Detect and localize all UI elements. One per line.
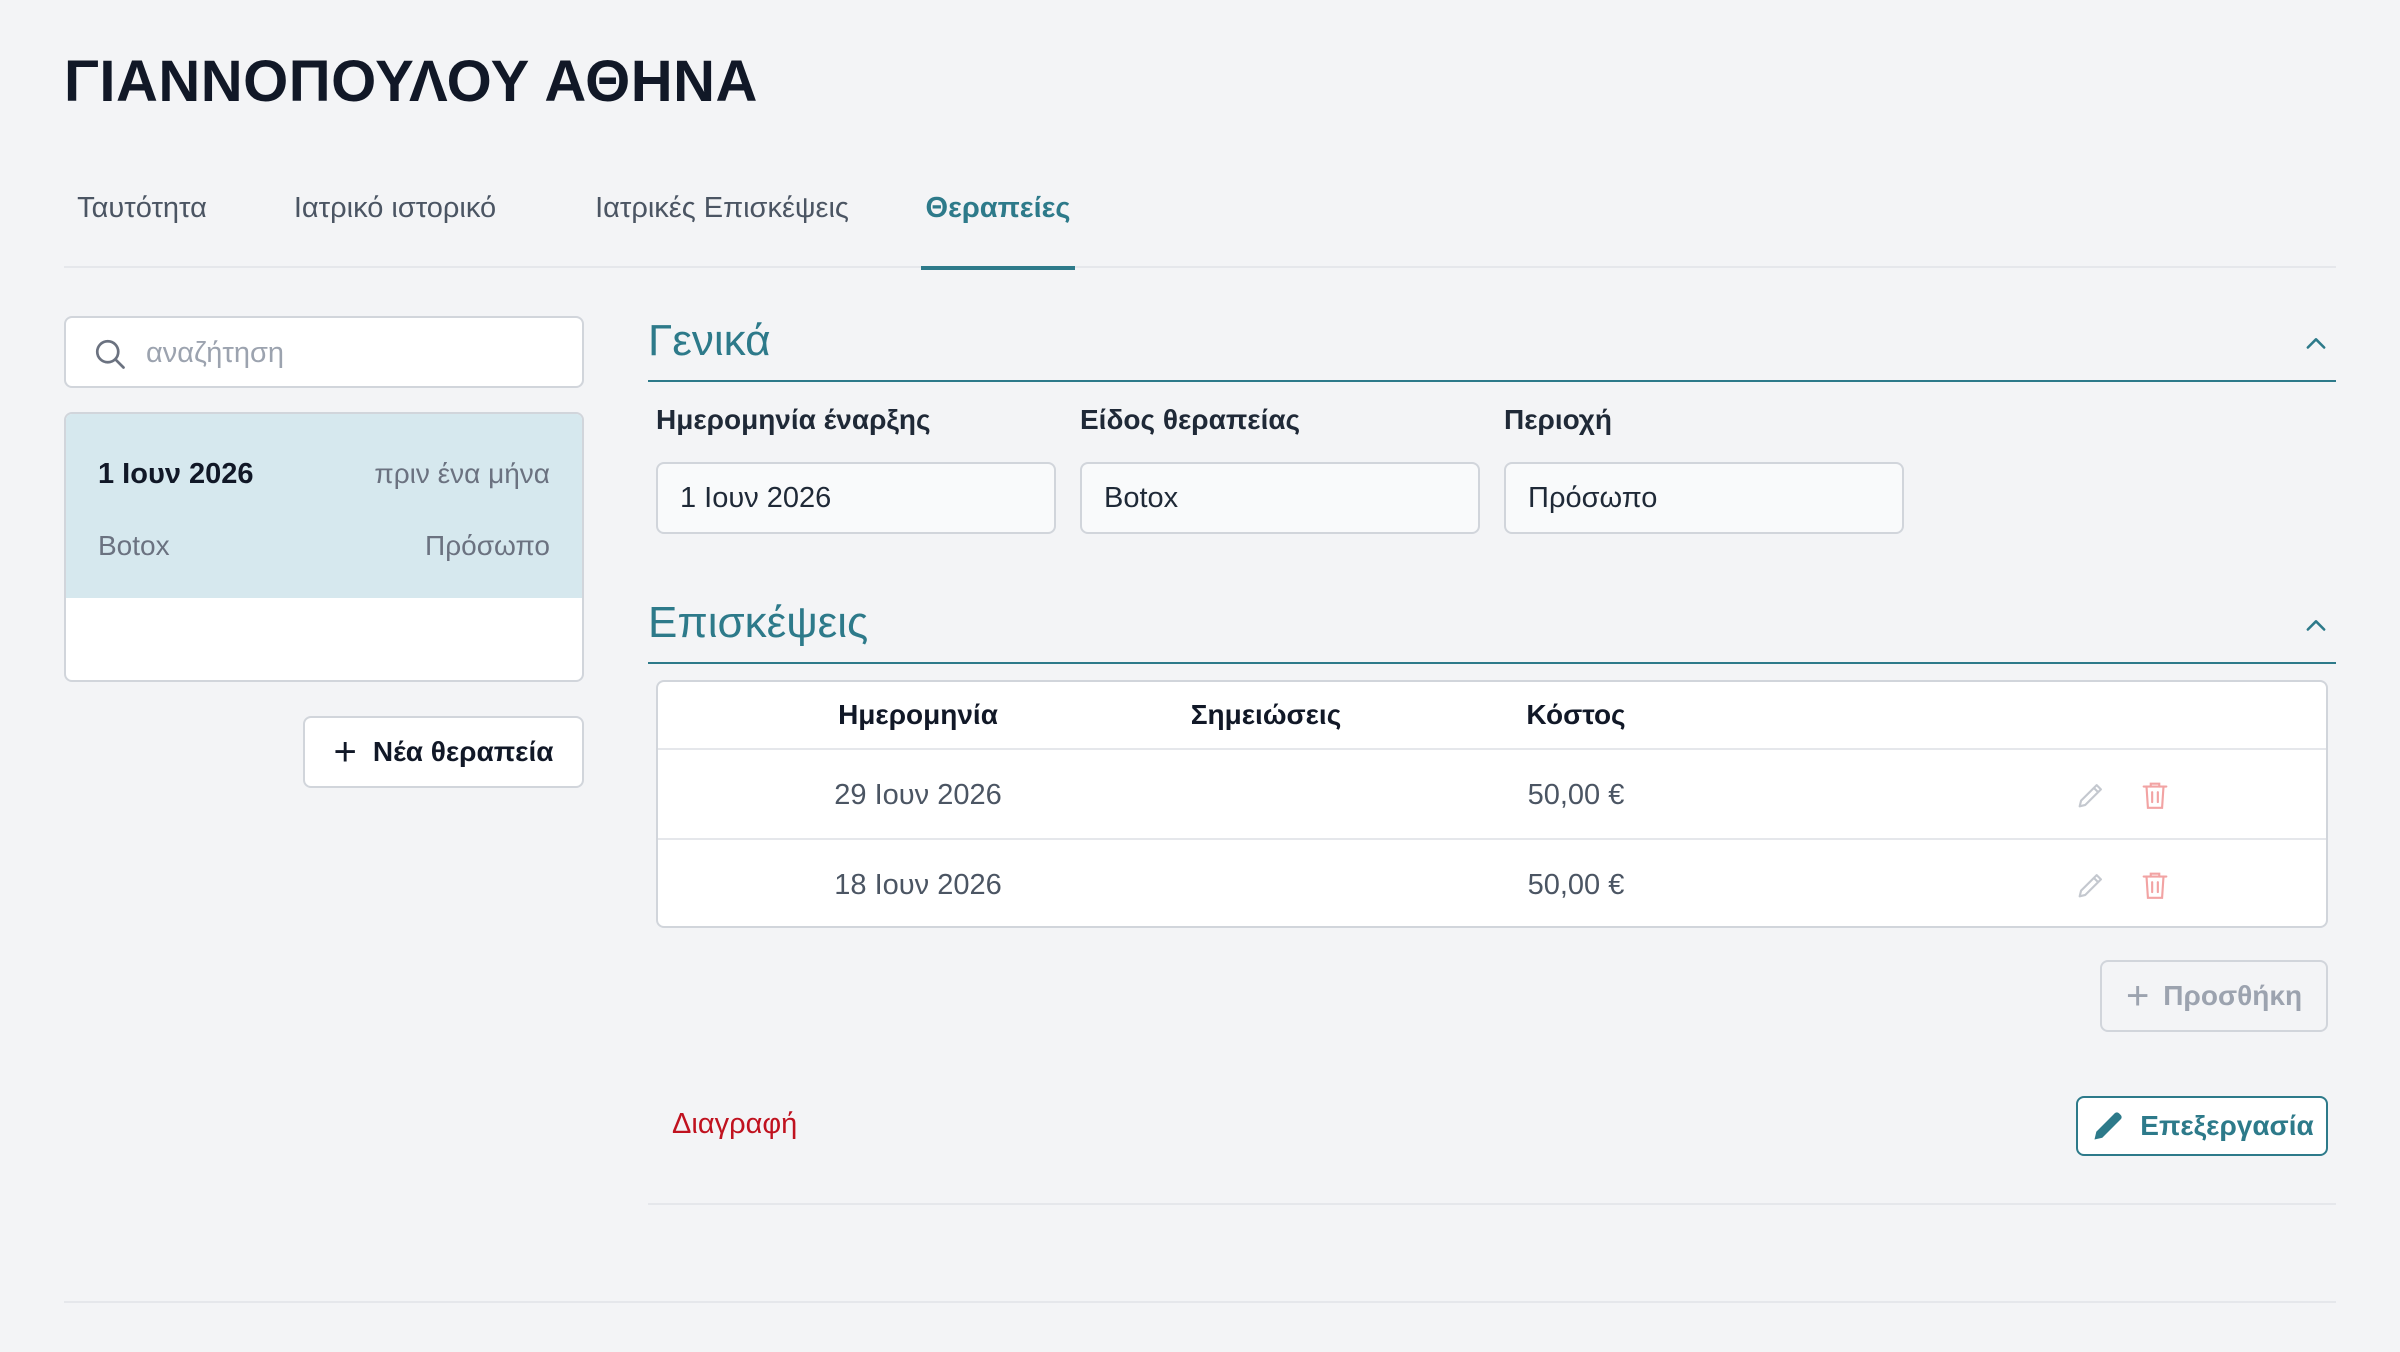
pencil-icon[interactable] [2074,868,2108,902]
chevron-up-icon[interactable] [2302,612,2330,640]
plus-icon: + [2125,974,2150,1018]
column-header-date: Ημερομηνία [838,699,998,730]
add-visit-label: Προσθήκη [2163,980,2303,1011]
search-input[interactable] [146,330,566,376]
visit-date: 29 Ιουν 2026 [834,779,1002,811]
add-visit-button[interactable]: + Προσθήκη [2100,960,2328,1032]
trash-icon[interactable] [2138,868,2172,902]
start-date-field: 1 Ιουν 2026 [656,462,1056,534]
therapy-date: 1 Ιουν 2026 [98,458,254,490]
page-divider [64,1301,2336,1303]
visit-notes [1116,750,1416,840]
visits-section-title: Επισκέψεις [648,598,869,647]
visit-cost: 50,00 € [1527,869,1625,901]
therapy-type: Botox [98,530,170,561]
new-therapy-button[interactable]: + Νέα θεραπεία [303,716,584,788]
visit-cost: 50,00 € [1527,779,1625,811]
therapy-type-field: Botox [1080,462,1480,534]
tab-identity[interactable]: Ταυτότητα [72,170,212,268]
therapy-list: 1 Ιουν 2026 πριν ένα μήνα Botox Πρόσωπο [64,412,584,682]
trash-icon[interactable] [2138,778,2172,812]
list-item[interactable]: 1 Ιουν 2026 πριν ένα μήνα Botox Πρόσωπο [66,414,582,598]
tab-bar: Ταυτότητα Ιατρικό ιστορικό Ιατρικές Επισ… [64,170,2336,270]
visit-notes [1116,840,1416,926]
therapy-relative-time: πριν ένα μήνα [374,458,550,489]
tab-therapies[interactable]: Θεραπείες [921,170,1075,270]
page-title: ΓΙΑΝΝΟΠΟΥΛΟΥ ΑΘΗΝΑ [64,49,758,114]
search-box [64,316,584,388]
tab-medical-history[interactable]: Ιατρικό ιστορικό [286,170,504,268]
visit-date: 18 Ιουν 2026 [834,869,1002,901]
tab-medical-visits[interactable]: Ιατρικές Επισκέψεις [584,170,860,268]
column-header-notes: Σημειώσεις [1190,699,1342,730]
column-header-cost: Κόστος [1526,699,1626,730]
pencil-icon[interactable] [2074,778,2108,812]
table-row: 18 Ιουν 2026 50,00 € [658,838,2326,926]
visits-section-header: Επισκέψεις [648,598,2336,664]
plus-icon: + [333,730,357,774]
new-therapy-label: Νέα θεραπεία [372,736,554,767]
area-label: Περιοχή [1504,404,1612,435]
table-row: 29 Ιουν 2026 50,00 € [658,750,2326,840]
edit-label: Επεξεργασία [2140,1110,2314,1141]
general-section-header: Γενικά [648,316,2336,382]
delete-therapy-link[interactable]: Διαγραφή [672,1108,797,1141]
section-divider [648,1203,2336,1205]
pencil-icon [2094,1112,2122,1140]
visits-table: Ημερομηνία Σημειώσεις Κόστος 29 Ιουν 202… [656,680,2328,928]
start-date-label: Ημερομηνία έναρξης [656,404,931,435]
chevron-up-icon[interactable] [2302,330,2330,358]
general-section-title: Γενικά [648,316,771,365]
area-field: Πρόσωπο [1504,462,1904,534]
therapy-type-label: Είδος θεραπείας [1080,404,1301,435]
edit-button[interactable]: Επεξεργασία [2076,1096,2328,1156]
therapy-area: Πρόσωπο [425,530,550,561]
search-icon [95,339,125,369]
